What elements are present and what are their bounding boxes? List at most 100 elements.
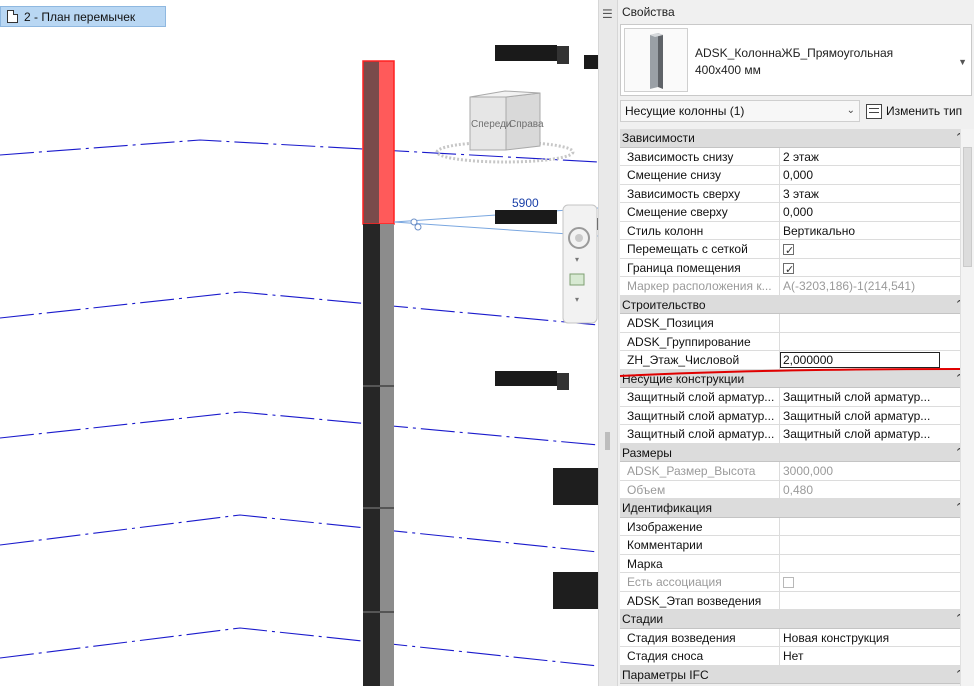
selected-column[interactable] bbox=[362, 60, 395, 225]
properties-scrollbar[interactable] bbox=[960, 129, 974, 686]
property-value[interactable] bbox=[780, 240, 972, 258]
property-value-text: Защитный слой арматур... bbox=[783, 390, 931, 404]
property-label: Стадия возведения bbox=[620, 628, 780, 646]
property-value[interactable]: Вертикально bbox=[780, 222, 972, 240]
property-group-label: Параметры IFC bbox=[622, 667, 709, 682]
scrollbar-thumb[interactable] bbox=[963, 147, 972, 267]
property-value-text: 0,000 bbox=[783, 168, 814, 182]
property-label: Зависимость сверху bbox=[620, 184, 780, 202]
property-label: Перемещать с сеткой bbox=[620, 240, 780, 258]
type-preview bbox=[624, 28, 688, 92]
property-row[interactable]: Защитный слой арматур... Защитный слой ар… bbox=[620, 425, 972, 444]
property-label: Защитный слой арматур... bbox=[620, 388, 780, 406]
property-value[interactable]: 0,000 bbox=[780, 166, 972, 184]
property-row[interactable]: Смещение сверху 0,000 bbox=[620, 203, 972, 222]
property-label: ADSK_Этап возведения bbox=[620, 591, 780, 609]
property-row[interactable]: Граница помещения bbox=[620, 258, 972, 277]
property-group-label: Размеры bbox=[622, 445, 672, 460]
property-label: Защитный слой арматур... bbox=[620, 425, 780, 443]
property-row[interactable]: Смещение снизу 0,000 bbox=[620, 166, 972, 185]
property-row[interactable]: Комментарии bbox=[620, 536, 972, 555]
property-value[interactable]: Защитный слой арматур... bbox=[780, 388, 972, 406]
property-value[interactable] bbox=[780, 592, 972, 610]
property-row[interactable]: Защитный слой арматур... Защитный слой ар… bbox=[620, 406, 972, 425]
property-label: ADSK_Размер_Высота bbox=[620, 462, 780, 480]
property-group-label: Строительство bbox=[622, 297, 706, 312]
property-value[interactable]: Нет bbox=[780, 647, 972, 665]
type-scroll-icon[interactable]: ▼ bbox=[958, 57, 967, 67]
type-size-name: 400x400 мм bbox=[695, 63, 761, 77]
svg-text:▾: ▾ bbox=[575, 255, 579, 264]
view-cube[interactable]: Спереди Справа bbox=[435, 90, 575, 164]
property-row[interactable]: ADSK_Группирование bbox=[620, 332, 972, 351]
column-stack[interactable] bbox=[363, 224, 394, 686]
property-value[interactable]: 0,000 bbox=[780, 203, 972, 221]
property-label: Граница помещения bbox=[620, 258, 780, 276]
type-selector[interactable]: ADSK_КолоннаЖБ_Прямоугольная 400x400 мм … bbox=[620, 24, 972, 96]
property-label: Есть ассоциация bbox=[620, 573, 780, 591]
category-filter-dropdown[interactable]: Несущие колонны (1) ⌄ bbox=[620, 100, 860, 122]
property-checkbox bbox=[783, 577, 794, 588]
property-row[interactable]: Защитный слой арматур... Защитный слой ар… bbox=[620, 388, 972, 407]
property-value: 0,480 bbox=[780, 481, 972, 499]
property-value-text: Нет bbox=[783, 649, 804, 663]
property-value[interactable]: 3 этаж bbox=[780, 185, 972, 203]
property-row[interactable]: Стиль колонн Вертикально bbox=[620, 221, 972, 240]
property-value-text: Новая конструкция bbox=[783, 630, 890, 645]
property-value[interactable]: 2 этаж bbox=[780, 148, 972, 166]
edit-type-button[interactable]: Изменить тип bbox=[866, 100, 962, 122]
property-value[interactable] bbox=[780, 536, 972, 554]
viewcube-right-label: Справа bbox=[509, 119, 544, 130]
property-checkbox[interactable] bbox=[783, 261, 794, 276]
property-row[interactable]: Зависимость снизу 2 этаж bbox=[620, 147, 972, 166]
property-value-text: A(-3203,186)-1(214,541) bbox=[783, 279, 916, 293]
property-row[interactable]: Перемещать с сеткой bbox=[620, 240, 972, 259]
property-row[interactable]: Стадия возведения Новая конструкция bbox=[620, 628, 972, 647]
panel-splitter[interactable]: ☰ bbox=[598, 0, 618, 686]
edit-type-icon bbox=[866, 103, 882, 119]
property-group-header[interactable]: Размеры⌃ bbox=[620, 443, 972, 462]
property-label: Защитный слой арматур... bbox=[620, 406, 780, 424]
property-value[interactable] bbox=[780, 555, 972, 573]
property-value: A(-3203,186)-1(214,541) bbox=[780, 277, 972, 295]
property-value-text: 3000,000 bbox=[783, 464, 834, 478]
annotation-underline-2 bbox=[619, 368, 961, 377]
property-group-header[interactable]: Идентификация⌃ bbox=[620, 499, 972, 518]
property-value[interactable]: Новая конструкция bbox=[780, 629, 972, 647]
property-value-text: Защитный слой арматур... bbox=[783, 427, 931, 441]
property-group-header[interactable]: Стадии⌃ bbox=[620, 610, 972, 629]
property-value[interactable]: Защитный слой арматур... bbox=[780, 407, 972, 425]
property-row[interactable]: Зависимость сверху 3 этаж bbox=[620, 184, 972, 203]
property-value[interactable] bbox=[780, 333, 972, 351]
property-row[interactable]: Стадия сноса Нет bbox=[620, 647, 972, 666]
property-value-text: 0,480 bbox=[783, 482, 814, 497]
drawing-view[interactable]: 2 - План перемычек 5900 Спереди Справа ▾… bbox=[0, 0, 598, 686]
property-row: ADSK_Размер_Высота 3000,000 bbox=[620, 462, 972, 481]
property-group-label: Идентификация bbox=[622, 501, 712, 515]
property-value[interactable] bbox=[780, 259, 972, 276]
property-label: Стиль колонн bbox=[620, 221, 780, 239]
property-value[interactable] bbox=[780, 314, 972, 332]
grid-line bbox=[0, 411, 598, 446]
dimension-value: 5900 bbox=[512, 196, 539, 210]
property-row[interactable]: ADSK_Позиция bbox=[620, 314, 972, 333]
property-value-text: 2 этаж bbox=[783, 149, 819, 164]
property-group-header[interactable]: Параметры IFC⌃ bbox=[620, 665, 972, 684]
property-row[interactable]: Марка bbox=[620, 554, 972, 573]
property-value-text: 3 этаж bbox=[783, 186, 819, 201]
property-value[interactable] bbox=[780, 518, 972, 536]
property-label: Смещение снизу bbox=[620, 166, 780, 184]
property-group-label: Зависимости bbox=[622, 131, 695, 145]
property-value-text: Защитный слой арматур... bbox=[783, 408, 931, 423]
navigation-bar[interactable]: ▾ ▾ bbox=[562, 204, 598, 324]
property-group-header[interactable]: Зависимости⌃ bbox=[620, 129, 972, 148]
property-value[interactable]: Защитный слой арматур... bbox=[780, 425, 972, 443]
property-label: Маркер расположения к... bbox=[620, 277, 780, 295]
property-group-header[interactable]: Строительство⌃ bbox=[620, 295, 972, 314]
property-checkbox[interactable] bbox=[783, 242, 794, 258]
view-menu-icon[interactable]: ☰ bbox=[602, 8, 613, 20]
property-row[interactable]: Изображение bbox=[620, 517, 972, 536]
drawing-canvas[interactable]: 5900 Спереди Справа ▾ ▾ bbox=[0, 0, 598, 686]
splitter-grip[interactable] bbox=[605, 432, 610, 450]
property-row[interactable]: ADSK_Этап возведения bbox=[620, 591, 972, 610]
